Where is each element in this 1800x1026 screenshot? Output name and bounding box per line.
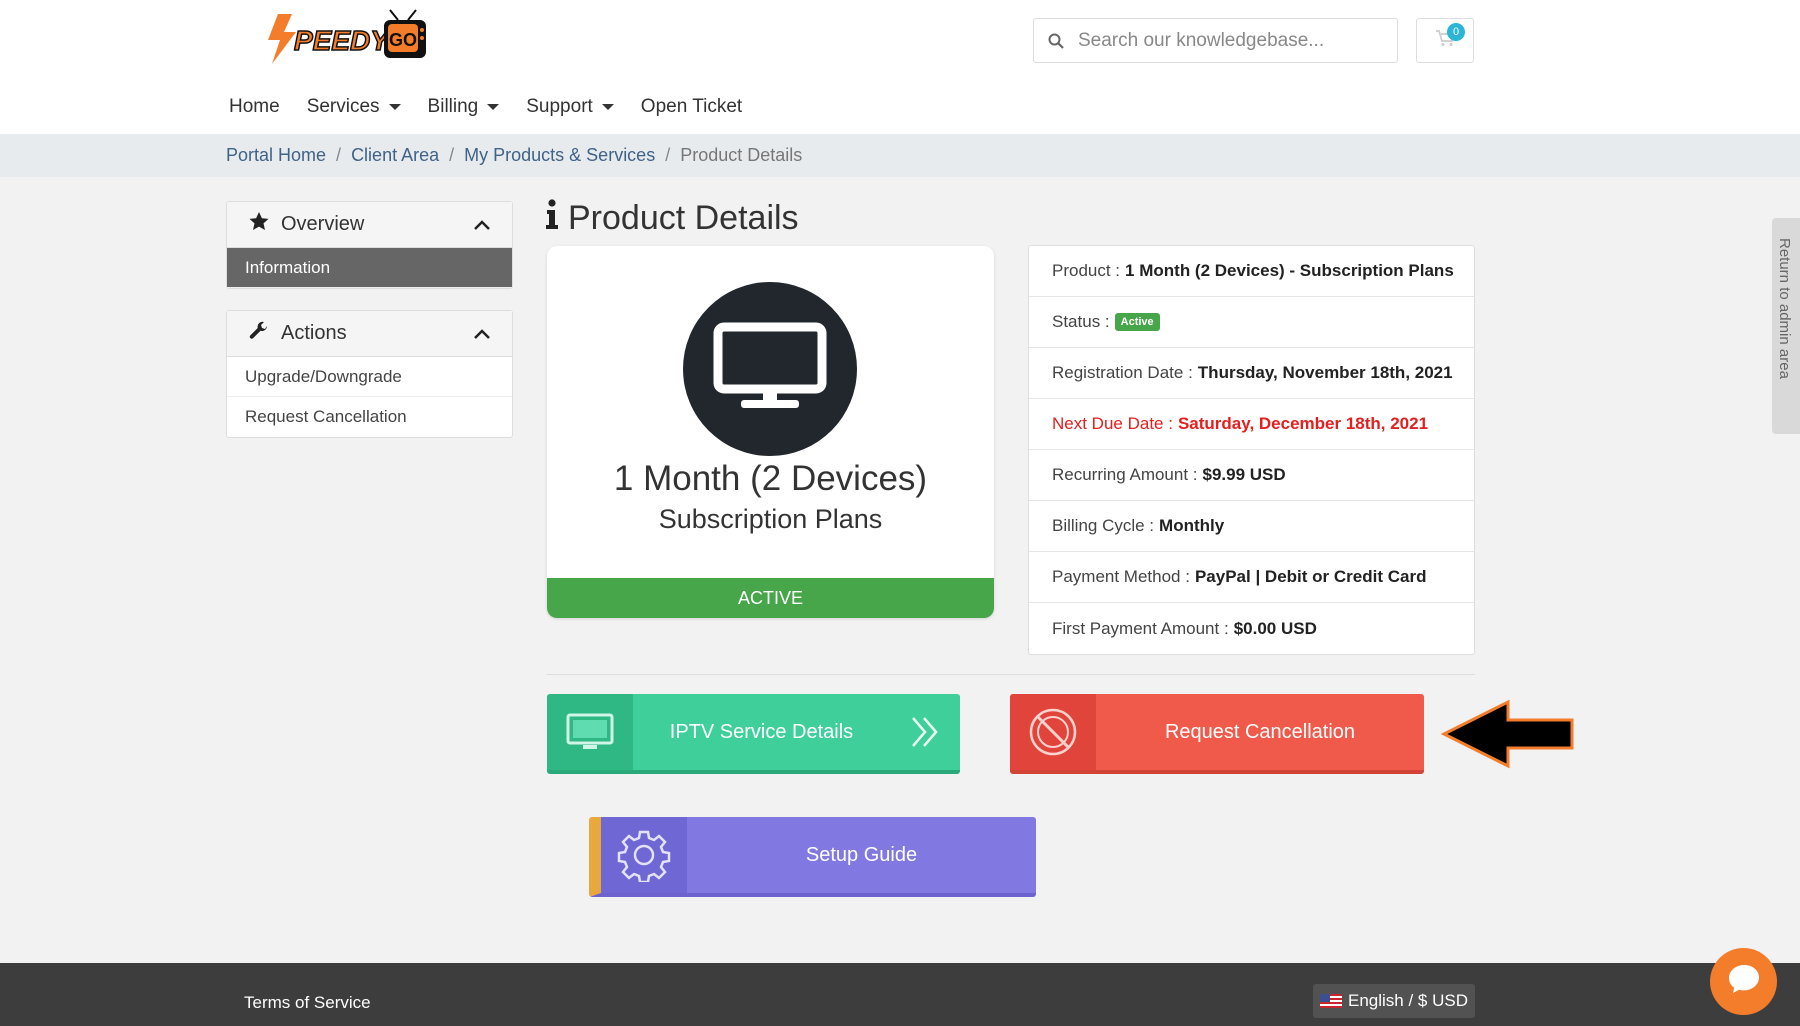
tv-icon	[547, 694, 633, 770]
knowledgebase-search[interactable]	[1033, 18, 1398, 63]
detail-product-label: Product :	[1052, 261, 1121, 280]
detail-due-value: Saturday, December 18th, 2021	[1177, 414, 1429, 433]
nav-open-ticket[interactable]: Open Ticket	[641, 96, 742, 118]
status-badge: Active	[1114, 313, 1160, 331]
detail-product-value: 1 Month (2 Devices) - Subscription Plans	[1125, 261, 1454, 280]
detail-payment-method: Payment Method : PayPal | Debit or Credit…	[1029, 552, 1474, 603]
chat-bubble-button[interactable]	[1710, 948, 1777, 1015]
nav-services[interactable]: Services	[307, 96, 401, 118]
cancel-icon	[1010, 694, 1096, 770]
breadcrumb-separator: /	[665, 145, 671, 165]
page-title: Product Details	[546, 199, 799, 238]
breadcrumb: Portal Home / Client Area / My Products …	[226, 145, 802, 166]
setup-guide-button[interactable]: Setup Guide	[589, 817, 1036, 897]
chevron-up-icon[interactable]	[474, 213, 490, 236]
overview-panel-header[interactable]: Overview	[227, 202, 512, 248]
actions-panel-header[interactable]: Actions	[227, 311, 512, 357]
divider	[547, 674, 1475, 675]
nav-services-label: Services	[306, 96, 380, 117]
product-name: 1 Month (2 Devices)	[613, 459, 928, 498]
setup-button-label: Setup Guide	[805, 843, 918, 866]
us-flag-icon	[1320, 994, 1342, 1008]
svg-text:GO: GO	[389, 30, 417, 50]
nav-home[interactable]: Home	[229, 96, 280, 118]
iptv-button-label: IPTV Service Details	[669, 720, 854, 743]
svg-text:PEEDY: PEEDY	[294, 25, 391, 56]
caret-down-icon	[487, 104, 500, 110]
search-icon	[1034, 33, 1078, 49]
detail-payment-label: Payment Method :	[1052, 567, 1190, 586]
detail-first-value: $0.00 USD	[1233, 618, 1317, 638]
product-icon-circle	[683, 282, 857, 456]
caret-down-icon	[601, 104, 614, 110]
product-card: 1 Month (2 Devices) Subscription Plans A…	[547, 246, 994, 618]
return-to-admin-tab[interactable]: Return to admin area	[1772, 218, 1800, 434]
double-chevron-right-icon	[890, 716, 960, 748]
terms-of-service-link[interactable]: Terms of Service	[244, 993, 371, 1013]
detail-payment-value: PayPal | Debit or Credit Card	[1194, 567, 1427, 586]
nav-billing-label: Billing	[427, 96, 479, 117]
search-input[interactable]	[1078, 29, 1378, 52]
monitor-icon	[713, 322, 827, 417]
detail-status-label: Status :	[1052, 312, 1110, 331]
detail-recurring-amount: Recurring Amount : $9.99 USD	[1029, 450, 1474, 501]
language-label: English / $ USD	[1348, 991, 1468, 1010]
page-title-text: Product Details	[568, 199, 799, 237]
breadcrumb-separator: /	[449, 145, 455, 165]
detail-first-payment: First Payment Amount : $0.00 USD	[1029, 603, 1474, 654]
sidebar-item-upgrade-downgrade[interactable]: Upgrade/Downgrade	[227, 357, 512, 397]
chat-icon	[1727, 963, 1761, 1000]
breadcrumb-portal-home[interactable]: Portal Home	[226, 145, 326, 166]
cart-button[interactable]: 0	[1416, 18, 1474, 63]
detail-cycle-value: Monthly	[1159, 516, 1225, 535]
site-footer: Terms of Service English / $ USD	[0, 963, 1800, 1026]
breadcrumb-current: Product Details	[680, 145, 803, 165]
gear-icon	[601, 817, 687, 893]
speedygo-logo[interactable]: PEEDY GO	[258, 6, 436, 72]
language-currency-button[interactable]: English / $ USD	[1313, 984, 1475, 1018]
detail-recurring-label: Recurring Amount :	[1052, 465, 1198, 484]
nav-billing[interactable]: Billing	[428, 96, 500, 118]
product-details-list: Product :1 Month (2 Devices) - Subscript…	[1028, 245, 1475, 655]
site-header: PEEDY GO 0 Home Services Billing Support…	[0, 0, 1800, 134]
cart-count-badge: 0	[1447, 23, 1465, 41]
iptv-service-details-button[interactable]: IPTV Service Details	[547, 694, 960, 774]
nav-open-ticket-label: Open Ticket	[640, 96, 743, 117]
cancel-button-label: Request Cancellation	[1164, 720, 1356, 743]
detail-product: Product :1 Month (2 Devices) - Subscript…	[1029, 246, 1474, 297]
star-icon	[249, 212, 269, 237]
detail-billing-cycle: Billing Cycle : Monthly	[1029, 501, 1474, 552]
sidebar-item-information[interactable]: Information	[227, 248, 512, 288]
detail-registration-date: Registration Date : Thursday, November 18…	[1029, 348, 1474, 399]
detail-first-label: First Payment Amount :	[1052, 618, 1229, 638]
actions-panel: Actions Upgrade/Downgrade Request Cancel…	[226, 310, 513, 438]
nav-support[interactable]: Support	[526, 96, 614, 118]
overview-panel: Overview Information	[226, 201, 513, 289]
main-nav: Home Services Billing Support Open Ticke…	[229, 96, 769, 118]
chevron-up-icon[interactable]	[474, 322, 490, 345]
detail-registration-value: Thursday, November 18th, 2021	[1197, 363, 1453, 382]
breadcrumb-separator: /	[336, 145, 342, 165]
overview-title: Overview	[281, 213, 365, 235]
detail-registration-label: Registration Date :	[1052, 363, 1193, 382]
nav-home-label: Home	[229, 96, 280, 117]
detail-cycle-label: Billing Cycle :	[1052, 516, 1155, 535]
return-to-admin-label: Return to admin area	[1776, 238, 1793, 379]
info-icon	[546, 199, 558, 238]
arrow-left-icon	[1440, 698, 1576, 775]
detail-next-due-date: Next Due Date : Saturday, December 18th, …	[1029, 399, 1474, 450]
sidebar-item-request-cancellation[interactable]: Request Cancellation	[227, 397, 512, 437]
breadcrumb-client-area[interactable]: Client Area	[351, 145, 439, 166]
wrench-icon	[249, 321, 269, 347]
product-group: Subscription Plans	[658, 504, 883, 534]
product-status-bar: ACTIVE	[547, 578, 994, 618]
detail-due-label: Next Due Date :	[1052, 414, 1173, 433]
detail-recurring-value: $9.99 USD	[1202, 465, 1286, 484]
request-cancellation-button[interactable]: Request Cancellation	[1010, 694, 1424, 774]
nav-support-label: Support	[526, 96, 593, 117]
breadcrumb-my-products[interactable]: My Products & Services	[464, 145, 655, 166]
actions-title: Actions	[281, 322, 347, 344]
caret-down-icon	[388, 104, 401, 110]
detail-status: Status : Active	[1029, 297, 1474, 348]
